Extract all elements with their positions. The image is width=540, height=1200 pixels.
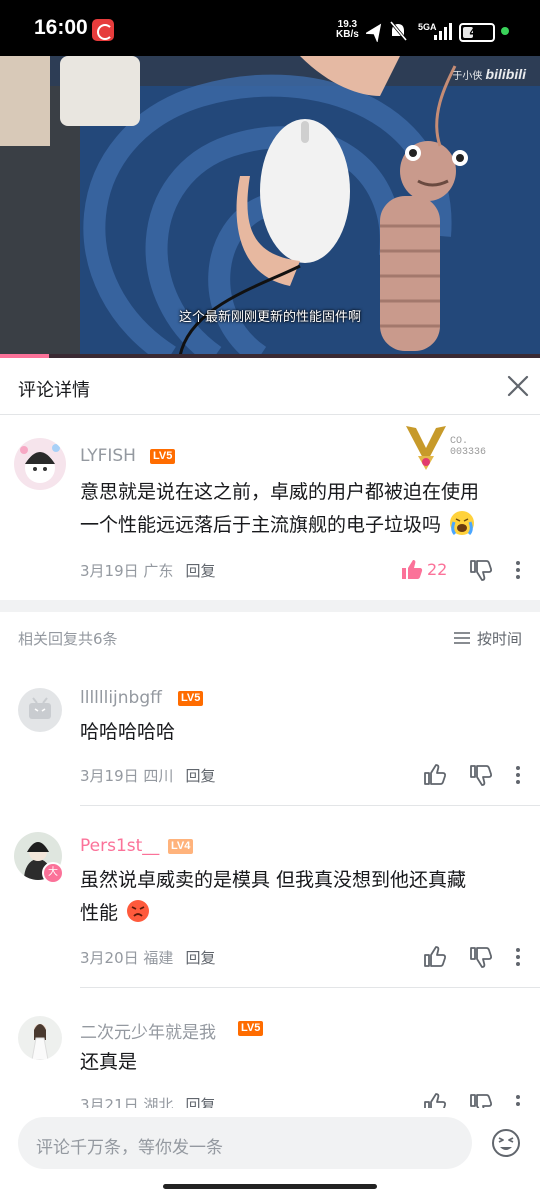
avatar[interactable] bbox=[18, 688, 62, 732]
comment-input-bar: 评论千万条，等你发一条 bbox=[0, 1108, 540, 1200]
comment-meta: 3月19日 广东 回复 bbox=[80, 562, 216, 580]
status-time: 16:00 bbox=[34, 16, 88, 39]
section-divider bbox=[0, 600, 540, 612]
sort-button[interactable]: 按时间 bbox=[453, 628, 522, 649]
dislike-icon[interactable] bbox=[469, 945, 493, 969]
reply-button[interactable]: 回复 bbox=[185, 767, 215, 785]
location-icon bbox=[366, 23, 382, 42]
signal-icon bbox=[434, 23, 452, 40]
comment-input[interactable]: 评论千万条，等你发一条 bbox=[18, 1117, 472, 1169]
app-notification-icon bbox=[92, 19, 114, 41]
status-icons: 5GA bbox=[366, 21, 452, 42]
like-count: 22 bbox=[427, 560, 448, 579]
reply-text: 哈哈哈哈哈 bbox=[80, 721, 176, 743]
level-badge: LV5 bbox=[150, 449, 176, 464]
privacy-indicator-dot bbox=[501, 27, 509, 35]
fan-badge-label: CO. 003336 bbox=[450, 436, 487, 458]
video-subtitle: 这个最新刚刚更新的性能固件啊 bbox=[178, 310, 361, 325]
like-icon[interactable] bbox=[423, 763, 447, 787]
home-indicator[interactable] bbox=[163, 1184, 377, 1189]
level-badge: LV4 bbox=[168, 839, 194, 854]
reply-meta: 3月19日 四川 回复 bbox=[80, 767, 216, 785]
reply-text: 还真是 bbox=[80, 1051, 138, 1073]
sort-icon bbox=[453, 632, 470, 644]
divider bbox=[80, 805, 540, 806]
more-icon[interactable] bbox=[506, 763, 530, 787]
comment-input-placeholder: 评论千万条，等你发一条 bbox=[36, 1138, 223, 1158]
more-icon[interactable] bbox=[506, 945, 530, 969]
battery-icon: 40 bbox=[459, 23, 495, 42]
status-bar: 16:00 19.3 KB/s 5GA 40 bbox=[0, 0, 540, 56]
reply-username[interactable]: llllllijnbgff bbox=[80, 688, 162, 708]
comment-text: 意思就是说在这之前，卓威的用户都被迫在使用 一个性能远远落后于主流旗舰的电子垃圾… bbox=[80, 481, 480, 536]
comment-username[interactable]: LYFISH bbox=[80, 446, 136, 466]
like-icon[interactable] bbox=[423, 945, 447, 969]
comment-detail-header: 评论详情 bbox=[0, 358, 540, 415]
fan-badge[interactable]: CO. 003336 bbox=[404, 424, 504, 472]
level-badge: LV5 bbox=[238, 1021, 264, 1036]
reply-text: 虽然说卓威卖的是模具 但我真没想到他还真藏 性能 bbox=[80, 869, 467, 924]
avatar-badge: 大 bbox=[42, 862, 64, 884]
more-icon[interactable] bbox=[506, 558, 530, 582]
reply-count: 相关回复共6条 bbox=[18, 630, 118, 648]
avatar[interactable] bbox=[14, 438, 66, 490]
crying-face-icon bbox=[450, 511, 475, 536]
reply-meta: 3月20日 福建 回复 bbox=[80, 949, 216, 967]
video-watermark: 于小侠 bilibili bbox=[452, 66, 526, 82]
reply-username[interactable]: 二次元少年就是我 bbox=[80, 1018, 216, 1043]
reply-button[interactable]: 回复 bbox=[185, 949, 215, 967]
emoji-icon[interactable] bbox=[490, 1127, 522, 1159]
close-icon[interactable] bbox=[506, 374, 530, 398]
dislike-icon[interactable] bbox=[469, 763, 493, 787]
like-icon[interactable] bbox=[400, 558, 424, 582]
page-title: 评论详情 bbox=[18, 380, 90, 401]
network-type-text: 5GA bbox=[418, 22, 437, 32]
battery-level: 40 bbox=[469, 26, 485, 39]
reply-username[interactable]: Pers1st__ bbox=[80, 836, 159, 856]
mute-icon bbox=[389, 21, 408, 41]
network-speed: 19.3 KB/s bbox=[336, 19, 359, 40]
video-player[interactable]: 于小侠 bilibili 这个最新刚刚更新的性能固件啊 bbox=[0, 56, 540, 358]
divider bbox=[80, 987, 540, 988]
reply-button[interactable]: 回复 bbox=[185, 562, 215, 580]
avatar[interactable] bbox=[18, 1016, 62, 1060]
medal-icon bbox=[406, 426, 446, 470]
angry-face-icon bbox=[127, 900, 150, 922]
level-badge: LV5 bbox=[178, 691, 204, 706]
dislike-icon[interactable] bbox=[469, 558, 493, 582]
